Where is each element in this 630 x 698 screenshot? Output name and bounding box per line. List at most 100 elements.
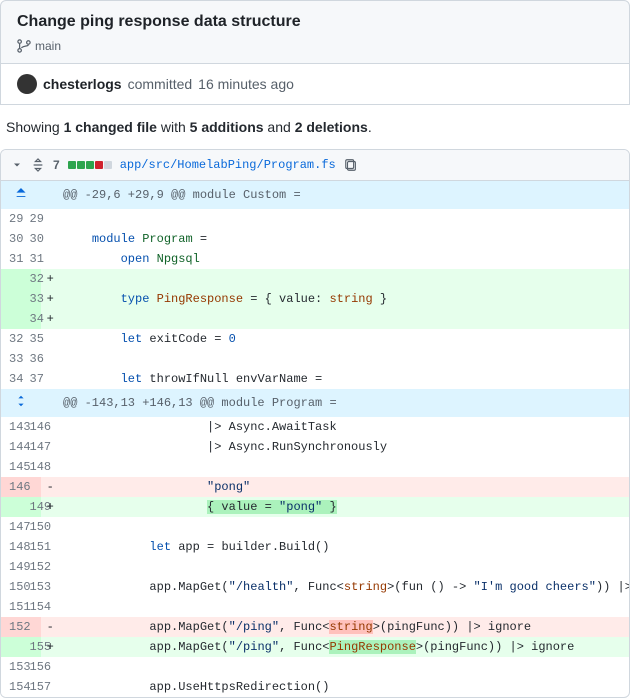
copy-icon[interactable] [344,158,358,172]
old-line-number[interactable]: 144 [1,437,21,457]
summary-period: . [368,119,372,135]
diff-stat-blocks [68,161,112,169]
old-line-number[interactable]: 150 [1,577,21,597]
hunk-header: @@ -29,6 +29,9 @@ module Custom = [59,181,629,209]
old-line-number[interactable]: 146 [1,477,21,497]
new-line-number[interactable]: 35 [21,329,41,349]
expand-hunk[interactable] [1,181,41,209]
diffstat-block [77,161,85,169]
unfold-icon[interactable] [31,158,45,172]
diff-row: 154157 app.UseHttpsRedirection() [1,677,629,697]
diff-row: 149+ { value = "pong" } [1,497,629,517]
diff-row: 146- "pong" [1,477,629,497]
new-line-number[interactable]: 149 [21,497,41,517]
commit-time: 16 minutes ago [198,76,294,92]
diff-row: 33+ type PingResponse = { value: string … [1,289,629,309]
code-line: { value = "pong" } [59,497,629,517]
old-line-number[interactable]: 30 [1,229,21,249]
diff-row: 151154 [1,597,629,617]
new-line-number[interactable]: 31 [21,249,41,269]
code-line: |> Async.RunSynchronously [59,437,629,457]
code-line: app.MapGet("/ping", Func<string>(pingFun… [59,617,629,637]
new-line-number[interactable]: 30 [21,229,41,249]
old-line-number[interactable]: 152 [1,617,21,637]
code-line [59,557,629,577]
old-line-number[interactable]: 153 [1,657,21,677]
old-line-number[interactable]: 32 [1,329,21,349]
new-line-number[interactable]: 34 [21,309,41,329]
code-line: let throwIfNull envVarName = [59,369,629,389]
old-line-number[interactable]: 143 [1,417,21,437]
diff-row: 150153 app.MapGet("/health", Func<string… [1,577,629,597]
old-line-number[interactable]: 145 [1,457,21,477]
diff-row: 3437 let throwIfNull envVarName = [1,369,629,389]
diff-row: 152- app.MapGet("/ping", Func<string>(pi… [1,617,629,637]
diff-row: 153156 [1,657,629,677]
code-line [59,457,629,477]
commit-meta: chesterlogs committed 16 minutes ago [0,64,630,105]
old-line-number[interactable]: 33 [1,349,21,369]
commit-title: Change ping response data structure [17,13,613,31]
avatar[interactable] [17,74,37,94]
diff-row: 145148 [1,457,629,477]
summary-files: 1 changed file [64,119,157,135]
old-line-number[interactable] [1,497,21,517]
old-line-number[interactable]: 149 [1,557,21,577]
commit-author[interactable]: chesterlogs [43,76,122,92]
code-line: "pong" [59,477,629,497]
code-line: app.MapGet("/ping", Func<PingResponse>(p… [59,637,629,657]
summary-mid: with [157,119,190,135]
old-line-number[interactable]: 31 [1,249,21,269]
git-branch-icon [17,39,31,53]
old-line-number[interactable]: 34 [1,369,21,389]
old-line-number[interactable] [1,637,21,657]
new-line-number[interactable]: 36 [21,349,41,369]
new-line-number[interactable]: 37 [21,369,41,389]
code-line: module Program = [59,229,629,249]
new-line-number[interactable]: 155 [21,637,41,657]
old-line-number[interactable] [1,269,21,289]
file-path[interactable]: app/src/HomelabPing/Program.fs [120,158,336,172]
diffstat-block [104,161,112,169]
code-line: type PingResponse = { value: string } [59,289,629,309]
code-line [59,517,629,537]
old-line-number[interactable] [1,309,21,329]
diff-table: @@ -29,6 +29,9 @@ module Custom =2929303… [1,181,629,697]
old-line-number[interactable]: 29 [1,209,21,229]
old-line-number[interactable]: 147 [1,517,21,537]
old-line-number[interactable]: 148 [1,537,21,557]
summary-deletions: 2 deletions [295,119,368,135]
code-line [59,349,629,369]
old-line-number[interactable]: 151 [1,597,21,617]
diff-stat-count: 7 [53,158,60,172]
branch-name: main [35,39,61,53]
diff-row: 3235 let exitCode = 0 [1,329,629,349]
code-line: let app = builder.Build() [59,537,629,557]
diffstat-block [86,161,94,169]
new-line-number[interactable]: 29 [21,209,41,229]
diff-row: @@ -29,6 +29,9 @@ module Custom = [1,181,629,209]
diff-row: 147150 [1,517,629,537]
chevron-down-icon[interactable] [11,159,23,171]
summary-and: and [264,119,295,135]
code-line: open Npgsql [59,249,629,269]
diff-marker: - [41,617,59,637]
diff-row: 148151 let app = builder.Build() [1,537,629,557]
summary-prefix: Showing [6,119,64,135]
old-line-number[interactable] [1,289,21,309]
expand-hunk[interactable] [1,389,41,417]
new-line-number[interactable]: 33 [21,289,41,309]
file-diff: 7 app/src/HomelabPing/Program.fs @@ -29,… [0,149,630,698]
diff-row: 3030 module Program = [1,229,629,249]
code-line [59,597,629,617]
new-line-number[interactable]: 32 [21,269,41,289]
code-line: app.MapGet("/health", Func<string>(fun (… [59,577,629,597]
code-line: |> Async.AwaitTask [59,417,629,437]
code-line [59,269,629,289]
branch-label[interactable]: main [17,39,613,53]
diff-row: 2929 [1,209,629,229]
diff-row: 155+ app.MapGet("/ping", Func<PingRespon… [1,637,629,657]
old-line-number[interactable]: 154 [1,677,21,697]
diff-row: 32+ [1,269,629,289]
code-line [59,309,629,329]
